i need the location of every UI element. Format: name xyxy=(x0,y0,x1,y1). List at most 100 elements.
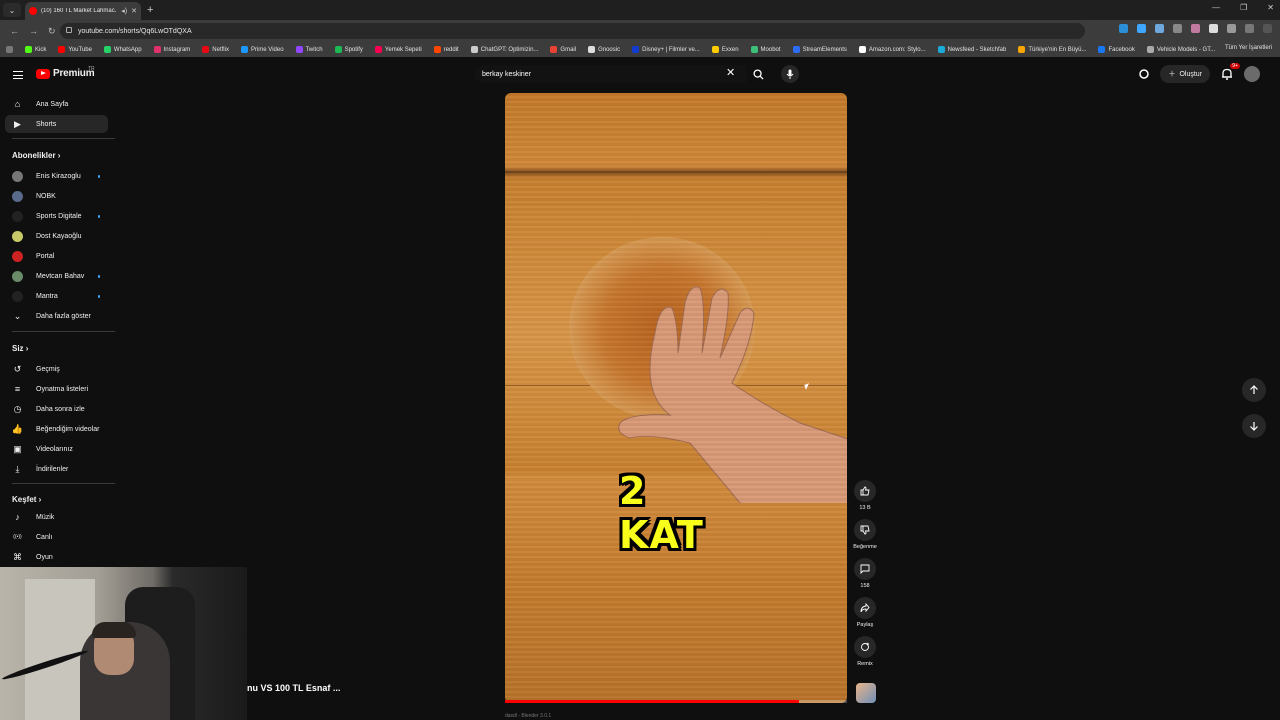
bookmark-item[interactable]: WhatsApp xyxy=(103,46,142,53)
sidebar-item[interactable]: ⌄ Daha fazla göster xyxy=(5,307,108,325)
forward-icon[interactable]: → xyxy=(29,26,38,36)
next-short-button[interactable] xyxy=(1242,414,1266,438)
bookmark-item[interactable]: Disney+ | Filmler ve... xyxy=(632,46,700,53)
subscriptions-header[interactable]: Abonelikler › xyxy=(12,151,60,160)
sidebar-item[interactable]: ◷ Daha sonra izle xyxy=(5,400,108,418)
close-window-button[interactable]: ✕ xyxy=(1267,3,1274,12)
avatar[interactable] xyxy=(1244,66,1260,82)
extension-icon[interactable] xyxy=(1137,24,1146,33)
youtube-logo[interactable]: Premium TR xyxy=(36,66,95,79)
new-content-dot xyxy=(97,215,100,218)
bookmark-label: Facebook xyxy=(1108,46,1135,53)
profile-icon[interactable] xyxy=(1245,24,1254,33)
bookmark-item[interactable]: YouTube xyxy=(58,46,92,53)
sidebar-item[interactable]: Mantra xyxy=(5,287,108,305)
bookmark-item[interactable]: Prime Video xyxy=(240,46,284,53)
bookmark-item[interactable]: Vehicle Models - GT... xyxy=(1146,46,1215,53)
extension-icon[interactable] xyxy=(1119,24,1128,33)
sidebar-item[interactable]: Mevtcan Bahav xyxy=(5,267,108,285)
browser-tab[interactable]: (10) 160 TL Market Lahmac... ◂) ✕ xyxy=(25,2,141,20)
bookmark-item[interactable]: Spotify xyxy=(334,46,363,53)
sidebar-item[interactable]: ♪ Müzik xyxy=(5,508,108,526)
bookmark-item[interactable]: Moobot xyxy=(750,46,781,53)
extension-icon[interactable] xyxy=(1191,24,1200,33)
site-info-icon[interactable] xyxy=(66,27,72,33)
sidebar-item[interactable]: Portal xyxy=(5,247,108,265)
sidebar-item[interactable]: 👍 Beğendiğim videolar xyxy=(5,420,108,438)
bookmark-label: Spotify xyxy=(344,46,363,53)
sidebar-item[interactable]: NOBK xyxy=(5,187,108,205)
short-video-player[interactable]: 2 KAT xyxy=(505,93,847,703)
tab-search-button[interactable]: ⌄ xyxy=(3,3,21,17)
notifications-button[interactable]: 9+ xyxy=(1220,63,1240,81)
bookmark-item[interactable]: Gnoosic xyxy=(588,46,620,53)
reload-icon[interactable]: ↻ xyxy=(48,26,56,37)
bookmark-favicon-icon xyxy=(792,46,800,53)
bookmark-item[interactable]: Amazon.com: Stylo... xyxy=(858,46,926,53)
sidebar-item[interactable]: ((•)) Canlı xyxy=(5,528,108,546)
sidebar-item[interactable]: ▶ Shorts xyxy=(5,115,108,133)
sidebar-item[interactable]: Enis Kirazoglu xyxy=(5,167,108,185)
close-tab-icon[interactable]: ✕ xyxy=(131,7,137,15)
you-header[interactable]: Siz › xyxy=(12,344,28,353)
bookmark-item[interactable]: Exxen xyxy=(711,46,739,53)
bookmark-item[interactable]: Netflix xyxy=(202,46,229,53)
sidebar-item[interactable]: ⌘ Oyun xyxy=(5,548,108,566)
create-button[interactable]: ＋ Oluştur xyxy=(1160,65,1210,83)
bookmark-item[interactable]: Twitch xyxy=(295,46,323,53)
audio-icon[interactable]: ◂) xyxy=(121,7,127,15)
sidebar-item[interactable]: Sports Digitale xyxy=(5,207,108,225)
progress-fill xyxy=(505,700,800,703)
extension-icon[interactable] xyxy=(1209,24,1218,33)
sidebar-item[interactable]: ▣ Videolarınız xyxy=(5,440,108,458)
short-title[interactable]: nu VS 100 TL Esnaf ... xyxy=(247,683,340,693)
sound-thumbnail[interactable] xyxy=(856,683,876,703)
bookmark-item[interactable]: Kick xyxy=(25,46,46,53)
sidebar-item-label: Geçmiş xyxy=(36,365,60,373)
extension-icon[interactable] xyxy=(1173,24,1182,33)
bookmark-item[interactable]: reddit xyxy=(433,46,459,53)
bookmark-item[interactable]: Newsfeed - Sketchfab xyxy=(937,46,1006,53)
bookmark-item[interactable]: ChatGPT: Optimizin... xyxy=(470,46,538,53)
bookmark-item[interactable]: Facebook xyxy=(1098,46,1135,53)
divider xyxy=(12,138,115,139)
arrow-down-icon xyxy=(1250,422,1258,431)
gemini-icon[interactable] xyxy=(1138,68,1150,80)
share-button[interactable]: Paylaş xyxy=(850,597,880,628)
voice-search-button[interactable] xyxy=(781,65,799,83)
bookmark-item[interactable]: StreamElements xyxy=(792,46,847,53)
previous-short-button[interactable] xyxy=(1242,378,1266,402)
video-subline: dasdl - Blender 3.0.1 xyxy=(505,713,552,719)
all-bookmarks[interactable]: Tüm Yer İşaretleri xyxy=(1225,45,1272,51)
extension-icon[interactable] xyxy=(1155,24,1164,33)
dislike-button[interactable]: Beğenme xyxy=(850,519,880,550)
sidebar-item[interactable]: ≡ Oynatma listeleri xyxy=(5,380,108,398)
arrow-up-icon xyxy=(1250,385,1258,394)
bookmark-item[interactable]: Yemek Sepeti xyxy=(374,46,422,53)
search-input[interactable]: berkay keskiner xyxy=(474,65,746,83)
bookmark-item[interactable]: Türkiye'nin En Büyü... xyxy=(1018,46,1086,53)
sidebar-item[interactable]: ↺ Geçmiş xyxy=(5,360,108,378)
new-tab-button[interactable]: + xyxy=(147,4,153,16)
menu-icon[interactable] xyxy=(13,71,23,79)
sidebar-item[interactable]: Dost Kayaoğlu xyxy=(5,227,108,245)
sidebar-item[interactable]: ⤓ İndirilenler xyxy=(5,460,108,478)
remix-button[interactable]: Remix xyxy=(850,636,880,667)
search-button[interactable] xyxy=(748,65,768,83)
minimize-button[interactable]: — xyxy=(1212,3,1220,12)
comments-button[interactable]: 158 xyxy=(850,558,880,589)
like-button[interactable]: 13 B xyxy=(850,480,880,511)
restore-button[interactable]: ❐ xyxy=(1240,3,1247,12)
explore-header[interactable]: Keşfet › xyxy=(12,495,41,504)
puzzle-icon[interactable] xyxy=(1227,24,1236,33)
back-icon[interactable]: ← xyxy=(10,26,19,36)
bookmark-item[interactable]: Gmail xyxy=(550,46,576,53)
video-progress-bar[interactable] xyxy=(505,700,847,703)
url-field[interactable]: youtube.com/shorts/Qq6LwOTdQXA xyxy=(60,23,1085,39)
like-count: 13 B xyxy=(859,505,871,511)
menu-icon[interactable] xyxy=(1263,24,1272,33)
bookmark-item[interactable]: Instagram xyxy=(153,46,190,53)
clear-search-icon[interactable]: ✕ xyxy=(726,66,735,79)
sidebar-item[interactable]: ⌂ Ana Sayfa xyxy=(5,95,108,113)
apps-icon[interactable] xyxy=(6,46,13,53)
